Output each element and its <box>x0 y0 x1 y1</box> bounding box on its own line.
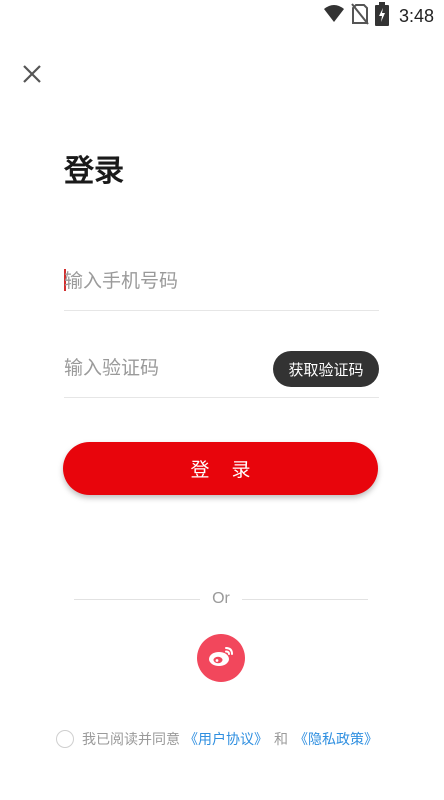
weibo-login-button[interactable] <box>197 634 245 682</box>
privacy-policy-link[interactable]: 《隐私政策》 <box>294 729 378 749</box>
agreement-row: 我已阅读并同意 《用户协议》 和 《隐私政策》 <box>56 728 378 750</box>
agreement-checkbox[interactable] <box>56 730 74 748</box>
verification-code-input[interactable] <box>64 345 264 391</box>
phone-field <box>64 258 379 311</box>
status-time: 3:48 <box>398 5 434 26</box>
divider-line-right <box>241 598 368 600</box>
divider-line-left <box>74 598 201 600</box>
phone-input[interactable] <box>64 258 264 304</box>
no-sim-icon <box>351 3 369 29</box>
status-icons: 3:48 <box>323 2 434 30</box>
close-icon <box>22 64 42 88</box>
or-divider: Or <box>74 588 368 610</box>
page-title: 登录 <box>64 154 124 189</box>
close-button[interactable] <box>16 60 48 92</box>
verification-code-field: 获取验证码 <box>64 345 379 398</box>
battery-charging-icon <box>374 2 389 30</box>
divider-label: Or <box>212 590 230 607</box>
user-agreement-link[interactable]: 《用户协议》 <box>184 729 268 749</box>
status-bar: 3:48 <box>0 0 444 32</box>
agreement-text: 我已阅读并同意 <box>82 732 180 748</box>
weibo-icon <box>207 644 235 672</box>
wifi-icon <box>323 4 345 28</box>
agreement-and-text: 和 <box>274 732 288 748</box>
login-button[interactable]: 登 录 <box>63 442 378 495</box>
get-code-button[interactable]: 获取验证码 <box>273 351 379 387</box>
